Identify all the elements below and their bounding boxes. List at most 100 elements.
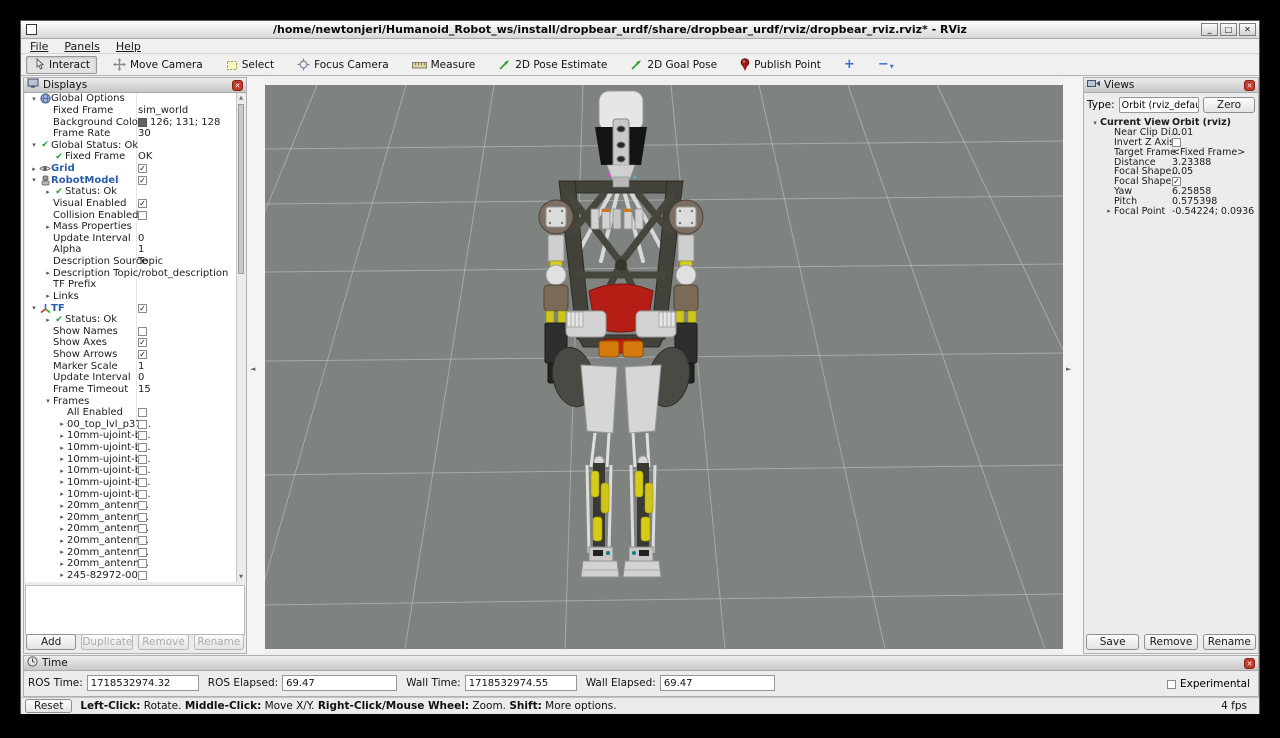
views-save-button[interactable]: Save <box>1086 634 1139 650</box>
property-value[interactable]: 0.01 <box>1172 127 1254 138</box>
checkbox-unchecked[interactable] <box>1172 138 1181 147</box>
display-tree-row[interactable]: ▸20mm_antenn... <box>25 500 245 512</box>
checkbox-unchecked[interactable] <box>138 455 147 464</box>
views-rename-button[interactable]: Rename <box>1203 634 1256 650</box>
checkbox-unchecked[interactable] <box>138 571 147 580</box>
time-panel-header[interactable]: Time ✕ <box>24 656 1258 671</box>
display-tree-row[interactable]: ▸20mm_antenn... <box>25 512 245 524</box>
display-tree-row[interactable]: TF Prefix <box>25 279 245 291</box>
display-tree-row[interactable]: Background Color126; 131; 128 <box>25 116 245 128</box>
expander-open-icon[interactable]: ▾ <box>43 397 53 405</box>
display-tree-row[interactable]: Update Interval0 <box>25 372 245 384</box>
expander-closed-icon[interactable]: ▸ <box>29 165 39 173</box>
expander-closed-icon[interactable]: ▸ <box>57 560 67 568</box>
property-value[interactable]: 0 <box>138 233 243 244</box>
tool-move-camera[interactable]: Move Camera <box>106 56 210 74</box>
expander-open-icon[interactable]: ▾ <box>29 304 39 312</box>
expander-closed-icon[interactable]: ▸ <box>57 537 67 545</box>
expander-open-icon[interactable]: ▾ <box>1090 119 1100 127</box>
checkbox-unchecked[interactable] <box>138 466 147 475</box>
experimental-checkbox[interactable] <box>1167 680 1176 689</box>
views-panel-header[interactable]: Views ✕ <box>1084 78 1258 93</box>
property-value[interactable] <box>138 455 243 464</box>
display-tree-row[interactable]: ▸✔Status: Ok <box>25 314 245 326</box>
checkbox-unchecked[interactable] <box>138 501 147 510</box>
expander-closed-icon[interactable]: ▸ <box>57 467 67 475</box>
expander-closed-icon[interactable]: ▸ <box>43 223 53 231</box>
tool-2d-goal-pose[interactable]: 2D Goal Pose <box>623 56 724 74</box>
display-tree-row[interactable]: ▸20mm_antenn... <box>25 558 245 570</box>
display-tree-row[interactable]: ▾TF✓ <box>25 302 245 314</box>
display-tree-row[interactable]: Marker Scale1 <box>25 360 245 372</box>
checkbox-unchecked[interactable] <box>138 536 147 545</box>
collapse-left-icon[interactable]: ◄ <box>250 365 255 373</box>
checkbox-unchecked[interactable] <box>138 548 147 557</box>
property-value[interactable]: ✓ <box>138 176 243 185</box>
checkbox-unchecked[interactable] <box>138 513 147 522</box>
display-tree-row[interactable]: ▸10mm-ujoint-b... <box>25 477 245 489</box>
checkbox-unchecked[interactable] <box>138 490 147 499</box>
property-value[interactable]: sim_world <box>138 105 243 116</box>
title-bar[interactable]: /home/newtonjeri/Humanoid_Robot_ws/insta… <box>21 21 1259 39</box>
display-tree-row[interactable]: Fixed Framesim_world <box>25 105 245 117</box>
expander-closed-icon[interactable]: ▸ <box>57 444 67 452</box>
maximize-button[interactable]: □ <box>1220 23 1237 36</box>
property-value[interactable]: OK <box>138 151 243 162</box>
property-value[interactable]: ✓ <box>138 199 243 208</box>
checkbox-unchecked[interactable] <box>138 443 147 452</box>
time-field-input[interactable] <box>660 675 775 691</box>
reset-button[interactable]: Reset <box>25 699 72 713</box>
checkbox-checked[interactable]: ✓ <box>138 164 147 173</box>
property-value[interactable] <box>138 431 243 440</box>
close-icon[interactable]: ✕ <box>1244 80 1255 91</box>
display-tree-row[interactable]: ▸10mm-ujoint-b... <box>25 465 245 477</box>
menu-file[interactable]: File <box>30 40 48 53</box>
display-tree-row[interactable]: ▸245-82972-00... <box>25 570 245 582</box>
display-tree-row[interactable]: ▸✔Status: Ok <box>25 186 245 198</box>
property-value[interactable]: 15 <box>138 384 243 395</box>
checkbox-unchecked[interactable] <box>138 431 147 440</box>
checkbox-checked[interactable]: ✓ <box>1172 177 1181 186</box>
expander-closed-icon[interactable]: ▸ <box>43 188 53 196</box>
views-tree-row[interactable]: ▸Focal Point-0.54224; 0.09363... <box>1086 206 1256 216</box>
display-tree-row[interactable]: ▸Links <box>25 291 245 303</box>
expander-closed-icon[interactable]: ▸ <box>57 525 67 533</box>
tool-focus-camera[interactable]: Focus Camera <box>290 56 396 74</box>
display-tree-row[interactable]: ▸10mm-ujoint-b... <box>25 430 245 442</box>
checkbox-unchecked[interactable] <box>138 559 147 568</box>
expander-closed-icon[interactable]: ▸ <box>57 478 67 486</box>
property-value[interactable]: ✓ <box>138 338 243 347</box>
left-splitter[interactable]: ◄ <box>247 77 265 654</box>
display-tree-row[interactable]: ▸20mm_antenn... <box>25 546 245 558</box>
expander-closed-icon[interactable]: ▸ <box>57 455 67 463</box>
checkbox-checked[interactable]: ✓ <box>138 350 147 359</box>
checkbox-unchecked[interactable] <box>138 524 147 533</box>
display-tree-row[interactable]: ▾✔Global Status: Ok <box>25 140 245 152</box>
property-value[interactable] <box>138 478 243 487</box>
display-tree-row[interactable]: Show Names <box>25 326 245 338</box>
scene[interactable] <box>265 85 1063 649</box>
displays-panel-header[interactable]: Displays ✕ <box>24 78 246 93</box>
display-tree-row[interactable]: Show Axes✓ <box>25 337 245 349</box>
property-value[interactable] <box>138 466 243 475</box>
property-value[interactable] <box>138 524 243 533</box>
property-value[interactable] <box>138 571 243 580</box>
display-tree-row[interactable]: ▸10mm-ujoint-b... <box>25 442 245 454</box>
display-tree-row[interactable]: Alpha1 <box>25 244 245 256</box>
view-type-dropdown[interactable]: Orbit (rviz_default_ ▼ <box>1119 97 1199 113</box>
tool-select[interactable]: Select <box>219 56 281 74</box>
property-value[interactable]: 1 <box>138 361 243 372</box>
display-tree-row[interactable]: Visual Enabled✓ <box>25 198 245 210</box>
zero-button[interactable]: Zero <box>1203 97 1255 113</box>
tool-remove-tool[interactable]: −▼ <box>871 56 901 74</box>
expander-closed-icon[interactable]: ▸ <box>57 513 67 521</box>
render-viewport[interactable] <box>265 85 1063 649</box>
property-value[interactable]: ✓ <box>1172 177 1254 186</box>
property-value[interactable] <box>138 408 243 417</box>
menu-help[interactable]: Help <box>116 40 141 53</box>
checkbox-unchecked[interactable] <box>138 420 147 429</box>
property-value[interactable]: ✓ <box>138 164 243 173</box>
display-tree-row[interactable]: ▸Grid✓ <box>25 163 245 175</box>
display-tree-row[interactable]: ▸20mm_antenn... <box>25 523 245 535</box>
checkbox-checked[interactable]: ✓ <box>138 338 147 347</box>
